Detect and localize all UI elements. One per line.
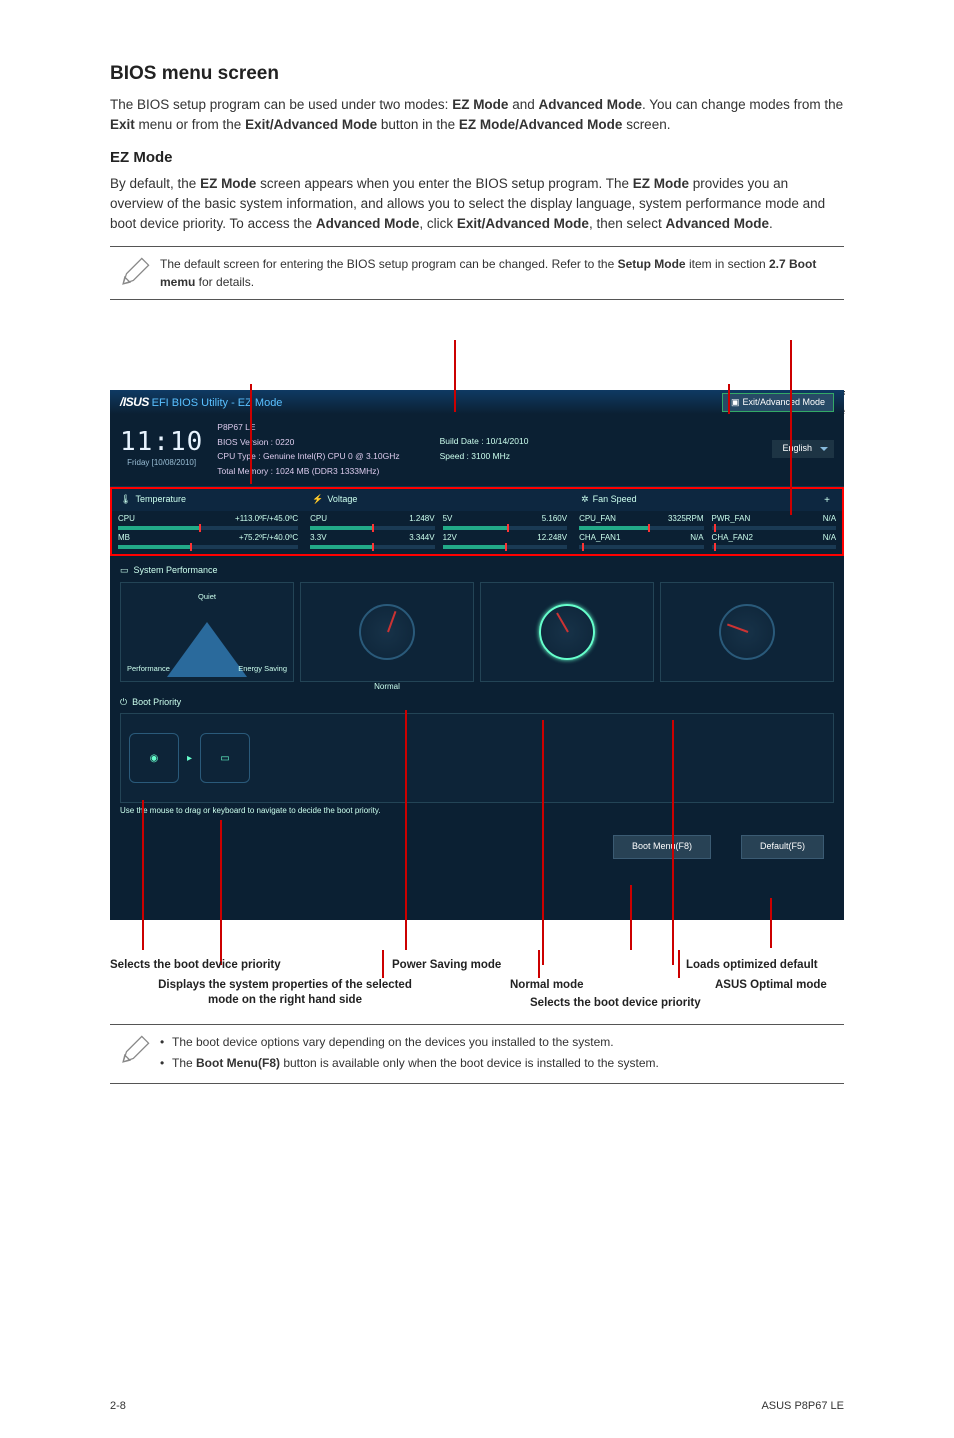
- ez-mode-body: By default, the EZ Mode screen appears w…: [110, 174, 844, 235]
- fan-expand-button[interactable]: +: [820, 493, 834, 507]
- chevron-down-icon: [820, 447, 828, 451]
- v-5-label: 5V: [443, 513, 453, 525]
- cpu-speed: Speed : 3100 MHz: [440, 449, 529, 464]
- v-12-label: 12V: [443, 532, 457, 544]
- note-2a: The boot device options vary depending o…: [160, 1033, 844, 1051]
- callout-line: [790, 340, 792, 515]
- bios-screenshot: /ISUS EFI BIOS Utility - EZ Mode ▣Exit/A…: [110, 390, 844, 920]
- fan-cpu-value: 3325RPM: [668, 513, 704, 525]
- callout-default: Loads optimized default: [686, 958, 818, 972]
- temp-cpu-label: CPU: [118, 513, 135, 525]
- note-box-1: The default screen for entering the BIOS…: [110, 246, 844, 300]
- callout-optimal: ASUS Optimal mode: [715, 978, 827, 992]
- total-memory: Total Memory : 1024 MB (DDR3 1333MHz): [217, 464, 399, 478]
- temp-mb-label: MB: [118, 532, 130, 544]
- performance-mode-optimal[interactable]: [480, 582, 654, 682]
- temp-cpu-value: +113.0ºF/+45.0ºC: [235, 513, 298, 525]
- callout-line: [250, 384, 252, 484]
- boot-priority-header: Boot Priority: [132, 696, 181, 710]
- board-name: P8P67 LE: [217, 420, 399, 434]
- footer-model: ASUS P8P67 LE: [761, 1398, 844, 1415]
- clock: 11:10: [120, 429, 203, 455]
- boot-priority-area[interactable]: ◉ ▸ ▭: [120, 713, 834, 803]
- callout-line: [454, 340, 456, 342]
- boot-menu-button[interactable]: Boot Menu(F8): [613, 835, 711, 859]
- voltage-header: Voltage: [327, 493, 357, 507]
- page-footer: 2-8 ASUS P8P67 LE: [110, 1398, 844, 1415]
- v-5-value: 5.160V: [542, 513, 567, 525]
- callout-line: [454, 340, 456, 412]
- fan-cha1-label: CHA_FAN1: [579, 532, 620, 544]
- callout-divider: [678, 950, 680, 978]
- bios-version: BIOS Version : 0220: [217, 435, 399, 449]
- boot-next-icon: ▸: [187, 751, 192, 766]
- pen-icon: [110, 255, 160, 289]
- fan-pwr-label: PWR_FAN: [712, 513, 751, 525]
- fan-icon: ✲: [581, 493, 589, 507]
- v-33-label: 3.3V: [310, 532, 326, 544]
- note-1-text: The default screen for entering the BIOS…: [160, 255, 844, 291]
- performance-mode-normal[interactable]: Normal: [300, 582, 474, 682]
- callout-boot-priority: Selects the boot device priority: [110, 958, 281, 972]
- note-2b: The Boot Menu(F8) button is available on…: [160, 1054, 844, 1072]
- fan-cha2-label: CHA_FAN2: [712, 532, 753, 544]
- fan-cha2-value: N/A: [823, 532, 836, 544]
- perf-normal-label: Normal: [374, 681, 400, 693]
- system-performance-header: System Performance: [134, 564, 218, 578]
- v-cpu-value: 1.248V: [409, 513, 434, 525]
- thermometer-icon: 🌡: [120, 493, 131, 507]
- callout-divider: [538, 950, 540, 978]
- perf-energy-label: Energy Saving: [238, 663, 287, 674]
- callout-line: [728, 384, 730, 414]
- v-cpu-label: CPU: [310, 513, 327, 525]
- fan-cpu-label: CPU_FAN: [579, 513, 616, 525]
- bolt-icon: ⚡: [312, 493, 323, 507]
- intro-text: The BIOS setup program can be used under…: [110, 95, 844, 136]
- callout-divider: [382, 950, 384, 978]
- page-title: BIOS menu screen: [110, 60, 844, 89]
- callout-line: [405, 710, 407, 950]
- boot-device-2[interactable]: ▭: [200, 733, 250, 783]
- exit-icon: ▣: [731, 396, 740, 410]
- fan-cha1-value: N/A: [690, 532, 703, 544]
- note-box-2: The boot device options vary depending o…: [110, 1024, 844, 1084]
- temp-mb-value: +75.2ºF/+40.0ºC: [239, 532, 298, 544]
- exit-advanced-mode-button[interactable]: ▣Exit/Advanced Mode: [722, 393, 834, 413]
- clock-date: Friday [10/08/2010]: [120, 457, 203, 469]
- performance-mode-quiet[interactable]: Quiet Performance Energy Saving: [120, 582, 294, 682]
- performance-mode-power-saving[interactable]: [660, 582, 834, 682]
- fan-pwr-value: N/A: [823, 513, 836, 525]
- ez-mode-heading: EZ Mode: [110, 147, 844, 170]
- performance-icon: ▭: [120, 564, 129, 578]
- v-12-value: 12.248V: [537, 532, 567, 544]
- pen-icon: [110, 1033, 160, 1067]
- boot-device-1[interactable]: ◉: [129, 733, 179, 783]
- build-date: Build Date : 10/14/2010: [440, 434, 529, 449]
- bios-utility-title: EFI BIOS Utility - EZ Mode: [152, 397, 283, 409]
- cpu-type: CPU Type : Genuine Intel(R) CPU 0 @ 3.10…: [217, 449, 399, 463]
- callout-boot-priority-2: Selects the boot device priority: [530, 996, 701, 1010]
- temperature-header: Temperature: [135, 493, 186, 507]
- page-number: 2-8: [110, 1398, 126, 1415]
- asus-logo: /ISUS: [120, 395, 149, 409]
- callout-power-saving: Power Saving mode: [392, 958, 501, 972]
- fan-header: Fan Speed: [593, 493, 637, 507]
- callout-normal-mode: Normal mode: [510, 978, 584, 992]
- power-icon: ⏻: [120, 696, 127, 710]
- monitor-frame: 🌡 Temperature CPU +113.0ºF/+45.0ºC MB +75.2…: [110, 487, 844, 556]
- callout-system-properties: Displays the system properties of the se…: [145, 978, 425, 1007]
- v-33-value: 3.344V: [409, 532, 434, 544]
- language-dropdown[interactable]: English: [772, 440, 834, 458]
- boot-hint: Use the mouse to drag or keyboard to nav…: [120, 805, 834, 817]
- default-button[interactable]: Default(F5): [741, 835, 824, 859]
- perf-quiet-label: Quiet: [198, 591, 216, 602]
- perf-performance-label: Performance: [127, 663, 170, 674]
